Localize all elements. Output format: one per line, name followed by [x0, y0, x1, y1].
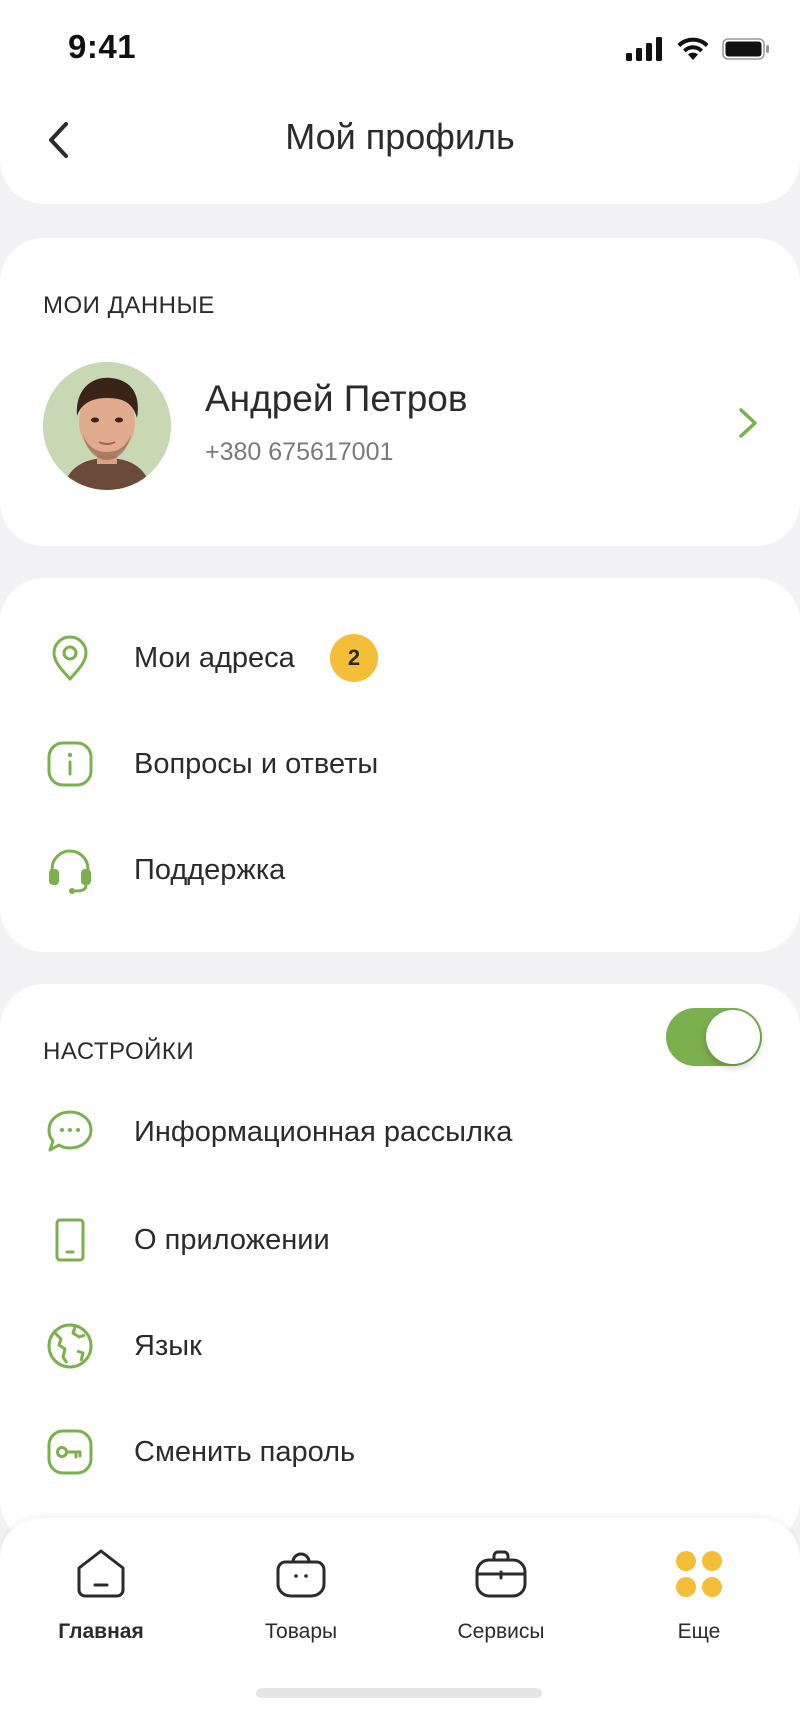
settings-item-label: О приложении: [134, 1223, 330, 1256]
phone-device-icon: [44, 1214, 96, 1266]
profile-section-title: МОИ ДАННЫЕ: [43, 292, 215, 319]
battery-icon: [722, 38, 769, 60]
menu-card: Мои адреса 2 Вопросы и ответы Поддержка: [0, 578, 800, 952]
bottom-nav: Главная Товары Сервисы Еще: [0, 1518, 800, 1732]
addresses-count-badge: 2: [330, 634, 378, 682]
app-header: 9:41 Мой профиль: [0, 0, 800, 204]
nav-label: Еще: [677, 1620, 721, 1643]
chevron-right-icon[interactable]: [736, 406, 760, 440]
menu-item-support[interactable]: Поддержка: [0, 830, 800, 910]
home-indicator[interactable]: [256, 1688, 542, 1698]
settings-toggle[interactable]: [666, 1008, 762, 1066]
nav-item-products[interactable]: Товары: [221, 1544, 381, 1644]
avatar: [43, 362, 171, 490]
settings-item-language[interactable]: Язык: [0, 1306, 800, 1386]
key-icon: [44, 1426, 96, 1478]
profile-phone: +380 675617001: [205, 438, 394, 466]
menu-item-label: Вопросы и ответы: [134, 747, 379, 780]
nav-item-more[interactable]: Еще: [619, 1544, 779, 1644]
nav-label: Товары: [264, 1620, 338, 1643]
location-pin-icon: [44, 632, 96, 684]
menu-item-label: Мои адреса: [134, 641, 295, 674]
home-icon: [71, 1544, 131, 1604]
settings-item-label: Информационная рассылка: [134, 1115, 513, 1148]
nav-label: Главная: [58, 1620, 144, 1643]
profile-card[interactable]: МОИ ДАННЫЕ Андрей Петров +380 675617001: [0, 238, 800, 546]
globe-icon: [44, 1320, 96, 1372]
signal-icon: [626, 37, 662, 61]
nav-item-home[interactable]: Главная: [21, 1544, 181, 1644]
status-time: 9:41: [68, 28, 137, 65]
settings-section-title: НАСТРОЙКИ: [43, 1038, 195, 1065]
settings-card: НАСТРОЙКИ Информационная рассылка О прил…: [0, 984, 800, 1544]
menu-item-label: Поддержка: [134, 853, 286, 886]
page-title: Мой профиль: [285, 116, 515, 157]
toggle-knob: [706, 1010, 760, 1064]
status-bar: 9:41: [0, 0, 800, 100]
settings-item-change-password[interactable]: Сменить пароль: [0, 1412, 800, 1492]
settings-item-label: Сменить пароль: [134, 1435, 356, 1468]
nav-label: Сервисы: [457, 1620, 545, 1643]
briefcase-icon: [471, 1544, 531, 1604]
settings-item-label: Язык: [134, 1329, 202, 1362]
settings-item-newsletter[interactable]: Информационная рассылка: [0, 1092, 800, 1172]
settings-item-about[interactable]: О приложении: [0, 1200, 800, 1280]
shopping-bag-icon: [271, 1544, 331, 1604]
info-icon: [44, 738, 96, 790]
profile-name: Андрей Петров: [205, 378, 468, 419]
more-dots-icon: [669, 1544, 729, 1604]
chat-bubble-icon: [44, 1106, 96, 1158]
status-icons: [626, 36, 770, 62]
nav-item-services[interactable]: Сервисы: [421, 1544, 581, 1644]
menu-item-addresses[interactable]: Мои адреса 2: [0, 618, 800, 698]
menu-item-faq[interactable]: Вопросы и ответы: [0, 724, 800, 804]
headset-icon: [44, 844, 96, 896]
avatar-portrait-icon: [43, 362, 171, 490]
wifi-icon: [677, 37, 709, 60]
